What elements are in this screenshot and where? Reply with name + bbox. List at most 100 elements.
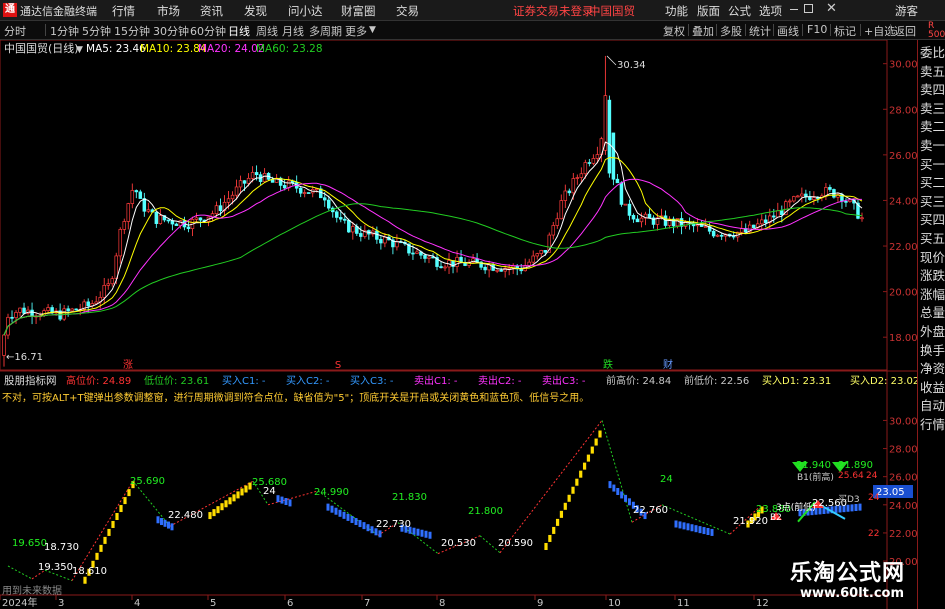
right-tab-0[interactable]: 委比	[920, 44, 945, 62]
time-tick-label: 5	[210, 598, 216, 609]
right-tab-8[interactable]: 买三	[920, 193, 945, 211]
candle-body	[230, 194, 235, 200]
right-tab-17[interactable]: 净资	[920, 360, 945, 378]
right-tab-19[interactable]: 自动	[920, 397, 945, 415]
menu-trade[interactable]: 交易	[396, 3, 419, 19]
guest-label[interactable]: 游客	[895, 3, 918, 19]
zigzag-segment	[479, 535, 501, 554]
candle-body	[583, 162, 588, 175]
signal-block-up	[579, 470, 583, 478]
pivot-label: 21.890	[838, 460, 873, 471]
period-intraday[interactable]: 分时	[4, 23, 26, 39]
candle-body	[439, 266, 443, 269]
indicator-value: 卖出C3: -	[542, 374, 586, 387]
indicator-series[interactable]	[7, 420, 862, 584]
period-1min[interactable]: 1分钟	[50, 23, 79, 39]
right-tab-18[interactable]: 收益	[920, 379, 945, 397]
candle-body	[335, 211, 339, 218]
menu-ask-xiaoda[interactable]: 问小达	[288, 3, 323, 19]
candle-body	[760, 219, 764, 225]
right-tab-13[interactable]: 涨幅	[920, 286, 945, 304]
signal-block-down	[163, 519, 167, 527]
right-tab-7[interactable]: 买二	[920, 174, 945, 192]
right-tab-10[interactable]: 买五	[920, 230, 945, 248]
period-monthly[interactable]: 月线	[282, 23, 304, 39]
login-status[interactable]: 证券交易未登录	[513, 3, 594, 19]
signal-block-down	[358, 520, 362, 528]
overlay-button[interactable]: 叠加	[692, 23, 714, 39]
right-tab-14[interactable]: 总量	[920, 304, 945, 322]
right-tab-9[interactable]: 买四	[920, 211, 945, 229]
signal-block-down	[424, 530, 428, 538]
period-more[interactable]: 更多	[345, 23, 367, 39]
time-tick-label: 2024年	[2, 596, 37, 609]
restore-rights-button[interactable]: 复权	[663, 23, 685, 39]
statistics-button[interactable]: 统计	[749, 23, 771, 39]
pivot-label: 18.730	[44, 542, 79, 553]
candle-body	[102, 285, 106, 298]
candle-body	[74, 308, 78, 311]
chart-area[interactable]: 中国国贸(日线) ▼ MA5: 23.46MA10: 23.84MA20: 24…	[0, 40, 917, 609]
event-marker[interactable]: S	[335, 360, 341, 371]
menu-news[interactable]: 资讯	[200, 3, 223, 19]
period-weekly[interactable]: 周线	[256, 23, 278, 39]
menu-options[interactable]: 选项	[759, 3, 782, 19]
right-tab-11[interactable]: 现价	[920, 249, 945, 267]
period-60min[interactable]: 60分钟	[190, 23, 226, 39]
indicator-value: 前高价: 24.84	[606, 374, 671, 387]
right-tab-20[interactable]: 行情	[920, 416, 945, 434]
event-marker[interactable]: 涨	[123, 359, 133, 371]
candle-body	[607, 99, 612, 174]
menu-quotes[interactable]: 行情	[112, 3, 135, 19]
menu-layout[interactable]: 版面	[697, 3, 720, 19]
minimize-icon[interactable]	[790, 9, 798, 10]
candle-body	[551, 225, 556, 236]
menu-wealth-circle[interactable]: 财富圈	[341, 3, 376, 19]
candle-body	[611, 132, 616, 180]
right-tab-16[interactable]: 换手	[920, 342, 945, 360]
f10-button[interactable]: F10	[807, 23, 827, 36]
ma60-line	[3, 203, 863, 336]
period-30min[interactable]: 30分钟	[153, 23, 189, 39]
menu-discover[interactable]: 发现	[244, 3, 267, 19]
right-tab-1[interactable]: 卖五	[920, 63, 945, 81]
candle-body	[499, 269, 503, 272]
time-axis: 2024年 3 4 5 6 7 8 9 10 11 12	[0, 595, 769, 609]
signal-block-up	[83, 576, 87, 584]
period-multi[interactable]: 多周期	[309, 23, 342, 39]
right-tab-2[interactable]: 卖四	[920, 81, 945, 99]
candle-body	[234, 186, 239, 196]
period-15min[interactable]: 15分钟	[114, 23, 150, 39]
back-button[interactable]: 返回	[894, 23, 916, 39]
pivot-label: 20.530	[441, 538, 476, 549]
menu-formula[interactable]: 公式	[728, 3, 751, 19]
price-tick-label: 26.00	[889, 151, 917, 162]
right-tab-15[interactable]: 外盘	[920, 323, 945, 341]
candle-body	[130, 190, 135, 204]
time-tick-label: 10	[608, 598, 621, 609]
period-5min[interactable]: 5分钟	[82, 23, 111, 39]
draw-line-button[interactable]: 画线	[777, 23, 799, 39]
menu-market[interactable]: 市场	[157, 3, 180, 19]
right-tab-4[interactable]: 卖二	[920, 118, 945, 136]
period-daily[interactable]: 日线	[228, 23, 250, 39]
signal-block-down	[682, 522, 686, 530]
mark-button[interactable]: 标记	[834, 23, 856, 39]
right-tab-12[interactable]: 涨跌	[920, 267, 945, 285]
event-marker[interactable]: 财	[663, 358, 673, 371]
candle-body	[567, 190, 572, 194]
close-icon[interactable]: ✕	[826, 1, 837, 16]
chevron-down-icon[interactable]: ▼	[76, 45, 83, 55]
multi-stock-button[interactable]: 多股	[720, 23, 742, 39]
event-marker[interactable]: 跌	[603, 358, 613, 371]
maximize-icon[interactable]	[804, 4, 813, 13]
menu-function[interactable]: 功能	[665, 3, 688, 19]
right-tab-6[interactable]: 买一	[920, 156, 945, 174]
zigzag-segment	[132, 480, 171, 527]
chevron-down-icon[interactable]: ▼	[369, 25, 376, 35]
candle-body	[703, 226, 708, 228]
watermark-title: 乐淘公式网	[790, 561, 906, 586]
right-tab-5[interactable]: 卖一	[920, 137, 945, 155]
right-tab-3[interactable]: 卖三	[920, 100, 945, 118]
candlestick-series[interactable]	[2, 55, 864, 367]
